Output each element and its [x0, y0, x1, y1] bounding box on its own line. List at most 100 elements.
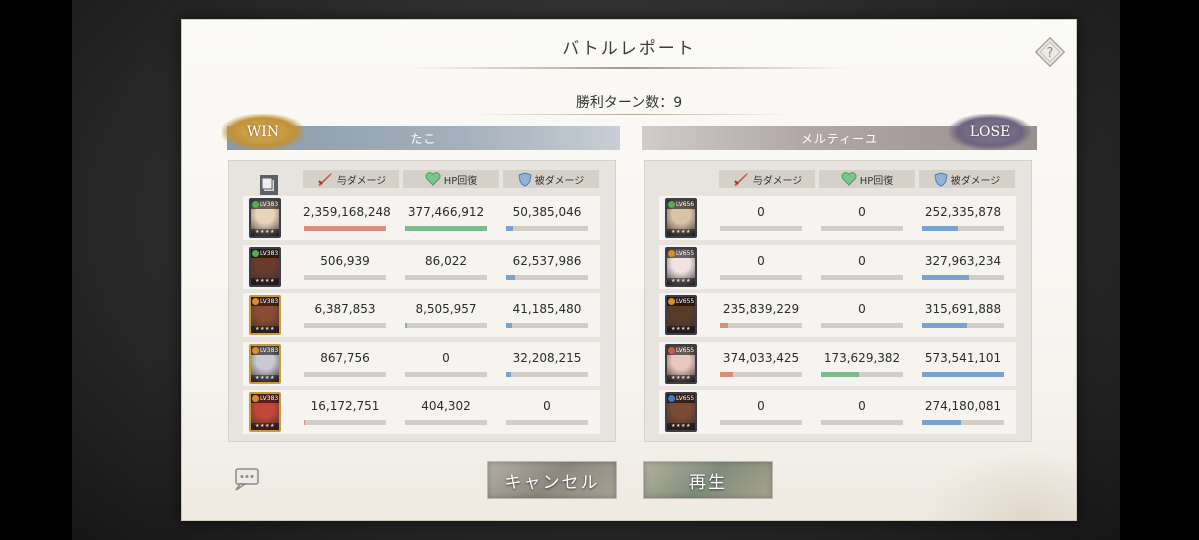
damage-taken-cell: 573,541,101: [921, 342, 1005, 386]
hp-heal-cell: 86,022: [404, 245, 488, 289]
hp-heal-header: HP回復: [403, 170, 499, 188]
damage-taken-cell: 41,185,480: [505, 293, 589, 337]
unit-avatar[interactable]: LV383 ★★★★: [249, 198, 281, 238]
rarity-stars: ★★★★: [667, 374, 695, 382]
corner-decoration: [916, 450, 1076, 520]
damage-dealt-bar: [720, 323, 802, 328]
hp-heal-bar: [405, 323, 487, 328]
damage-dealt-cell: 0: [719, 196, 803, 240]
unit-row: LV655 ★★★★ 374,033,425 173,629,382 573,541,1…: [659, 341, 1016, 386]
damage-dealt-bar-fill: [720, 371, 734, 377]
damage-dealt-cell: 0: [719, 390, 803, 434]
damage-taken-bar: [922, 420, 1004, 425]
damage-taken-value: 0: [543, 399, 551, 413]
unit-avatar[interactable]: LV655 ★★★★: [665, 392, 697, 432]
damage-taken-bar: [506, 274, 588, 280]
damage-taken-cell: 274,180,081: [921, 390, 1005, 434]
element-icon: [668, 298, 675, 305]
damage-dealt-bar: [304, 274, 386, 280]
unit-avatar[interactable]: LV383 ★★★★: [249, 295, 281, 335]
damage-taken-cell: 32,208,215: [505, 342, 589, 386]
hp-heal-cell: 173,629,382: [820, 342, 904, 386]
damage-taken-bar-fill: [922, 420, 962, 425]
damage-taken-cell: 252,335,878: [921, 196, 1005, 240]
damage-dealt-cell: 16,172,751: [303, 390, 387, 434]
hp-heal-bar: [821, 226, 903, 231]
damage-dealt-value: 0: [757, 399, 765, 413]
damage-taken-cell: 62,537,986: [505, 245, 589, 289]
damage-dealt-bar: [304, 371, 386, 377]
damage-dealt-cell: 506,939: [303, 245, 387, 289]
lose-badge: LOSE: [949, 114, 1031, 150]
help-icon: ?: [1034, 36, 1066, 68]
damage-dealt-bar: [304, 323, 386, 328]
unit-avatar[interactable]: LV383 ★★★★: [249, 246, 281, 287]
element-icon: [668, 249, 675, 257]
damage-dealt-value: 235,839,229: [722, 302, 800, 316]
rarity-stars: ★★★★: [251, 423, 279, 430]
unit-avatar[interactable]: LV383 ★★★★: [249, 392, 281, 432]
unit-avatar[interactable]: LV655 ★★★★: [665, 343, 697, 384]
damage-dealt-bar: [720, 226, 802, 231]
rarity-stars: ★★★★: [667, 277, 695, 285]
damage-dealt-bar: [720, 274, 802, 280]
unit-avatar[interactable]: LV383 ★★★★: [249, 343, 281, 384]
damage-taken-bar: [922, 226, 1004, 231]
hp-heal-bar: [405, 226, 487, 231]
unit-row: LV383 ★★★★ 867,756 0 32,208,215: [243, 341, 600, 386]
hp-heal-header: HP回復: [819, 170, 915, 188]
damage-taken-value: 50,385,046: [512, 205, 582, 219]
chat-icon: [235, 468, 259, 491]
hp-heal-bar: [821, 420, 903, 425]
element-icon: [668, 346, 675, 354]
hp-heal-value: 0: [858, 253, 866, 268]
hp-heal-value: 0: [858, 205, 866, 219]
right-team-panel: 与ダメージ HP回復 被ダメージ LV656 ★★★★ 0 0 252,335,878 L…: [644, 160, 1032, 442]
copy-button[interactable]: [259, 174, 279, 196]
damage-taken-bar-fill: [506, 226, 514, 231]
element-icon: [252, 395, 259, 402]
hp-heal-cell: 0: [820, 293, 904, 337]
damage-taken-bar-fill: [506, 274, 516, 280]
hp-heal-bar: [405, 371, 487, 377]
hp-heal-label: HP回復: [859, 175, 894, 187]
help-button[interactable]: ?: [1033, 35, 1067, 69]
damage-dealt-value: 16,172,751: [310, 399, 380, 413]
unit-row: LV655 ★★★★ 0 0 327,963,234: [659, 244, 1016, 289]
damage-taken-bar: [922, 274, 1004, 280]
cancel-button[interactable]: キャンセル: [487, 461, 617, 499]
unit-row: LV383 ★★★★ 6,387,853 8,505,957 41,185,480: [243, 293, 600, 337]
damage-taken-bar-fill: [506, 323, 512, 328]
hp-heal-bar: [821, 274, 903, 280]
damage-taken-bar-fill: [922, 274, 969, 280]
damage-dealt-cell: 235,839,229: [719, 293, 803, 337]
rarity-stars: ★★★★: [667, 326, 695, 333]
right-team-name: メルティーユ: [800, 131, 879, 146]
damage-dealt-header: 与ダメージ: [719, 170, 815, 188]
left-team-name: たこ: [410, 131, 437, 146]
damage-dealt-cell: 2,359,168,248: [303, 196, 391, 240]
hp-heal-bar: [821, 323, 903, 328]
damage-taken-bar: [922, 323, 1004, 328]
damage-dealt-bar: [304, 420, 386, 425]
heart-icon: [841, 172, 857, 186]
hp-heal-value: 0: [858, 302, 866, 316]
shield-icon: [518, 171, 532, 187]
unit-avatar[interactable]: LV655 ★★★★: [665, 295, 697, 335]
turns-divider: [470, 114, 790, 115]
replay-button[interactable]: 再生: [643, 461, 773, 499]
damage-taken-label: 被ダメージ: [950, 175, 1001, 187]
hp-heal-value: 8,505,957: [415, 302, 477, 316]
unit-avatar[interactable]: LV656 ★★★★: [665, 198, 697, 238]
damage-taken-value: 327,963,234: [924, 253, 1002, 268]
title-divider: [410, 67, 850, 69]
damage-dealt-bar: [720, 420, 802, 425]
chat-button[interactable]: [232, 466, 262, 492]
damage-taken-value: 41,185,480: [512, 302, 582, 316]
damage-dealt-bar-fill: [304, 226, 386, 231]
hp-heal-bar: [405, 420, 487, 425]
damage-dealt-cell: 867,756: [303, 342, 387, 386]
unit-avatar[interactable]: LV655 ★★★★: [665, 246, 697, 287]
shield-icon: [934, 171, 948, 187]
copy-icon: [260, 175, 278, 195]
